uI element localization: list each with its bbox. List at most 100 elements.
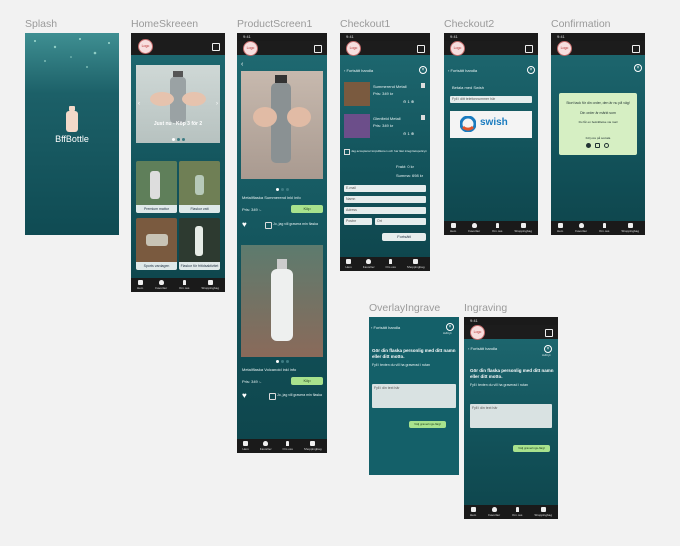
trash-icon[interactable] [421, 83, 425, 88]
category-card[interactable]: Premium mattor [136, 161, 177, 213]
name-field[interactable]: Namn [344, 196, 426, 203]
engrave-button[interactable]: Välj graverings-färgl [409, 421, 446, 428]
logo[interactable]: Logo [138, 39, 153, 54]
tab-home[interactable]: Hem [470, 507, 476, 517]
bag-icon[interactable] [525, 45, 533, 53]
chevron-left-icon[interactable]: ‹ [138, 101, 140, 107]
logo[interactable]: Logo [450, 41, 465, 56]
continue-button[interactable]: Fortsätt [382, 233, 426, 241]
follow-text: Följ oss på sociala [585, 136, 611, 140]
back-link[interactable]: ‹ Fortsätt handla [344, 68, 373, 73]
buy-button[interactable]: Köp [291, 205, 323, 213]
trash-icon[interactable] [421, 115, 425, 120]
bag-icon[interactable] [632, 45, 640, 53]
bottle-image [195, 226, 203, 256]
engrave-textarea[interactable]: Fyll i din text här [372, 384, 456, 408]
cancel-link[interactable]: Avbryt [542, 353, 550, 357]
tab-bag[interactable]: Shoppingbag [514, 223, 532, 233]
phone-field[interactable]: Fyll i ditt telefonnummer här [450, 96, 532, 103]
tab-about[interactable]: Om oss [386, 259, 396, 269]
logo[interactable]: Logo [346, 41, 361, 56]
quantity-stepper[interactable]: ⊖ 1 ⊕ [403, 131, 414, 136]
back-link[interactable]: ‹ Fortsätt handla [448, 68, 477, 73]
tab-about[interactable]: Om oss [492, 223, 502, 233]
close-icon[interactable]: × [419, 66, 427, 74]
tab-favorites[interactable]: Favoriter [468, 223, 480, 233]
tab-bar: Hem Favoriter Om oss Shoppingbag [551, 221, 645, 235]
engrave-checkbox[interactable] [265, 222, 272, 229]
tab-favorites[interactable]: Favoriter [488, 507, 500, 517]
product-image[interactable] [241, 71, 323, 179]
chevron-right-icon[interactable]: › [216, 101, 218, 107]
cart-item-name: Summerend Metall [373, 84, 407, 89]
terms-checkbox[interactable] [344, 149, 350, 155]
tab-about[interactable]: Om oss [512, 507, 522, 517]
header: 9:41 Logo [551, 33, 645, 56]
back-link[interactable]: ‹ Fortsätt handla [468, 346, 497, 351]
tab-home[interactable]: Hem [557, 223, 563, 233]
buy-button[interactable]: Köp [291, 377, 323, 385]
quantity-stepper[interactable]: ⊖ 1 ⊕ [403, 99, 414, 104]
postal-field[interactable]: Postnr [344, 218, 372, 225]
logo[interactable]: Logo [243, 41, 258, 56]
bag-icon[interactable] [212, 43, 220, 51]
back-link[interactable]: ‹ Fortsätt handla [371, 325, 400, 330]
close-icon[interactable]: × [446, 323, 454, 331]
tab-favorites[interactable]: Favoriter [363, 259, 375, 269]
instagram-icon[interactable] [595, 143, 600, 148]
bottle-image [146, 234, 168, 246]
category-label: Sports vardagen [136, 262, 177, 270]
cancel-link[interactable]: Avbryt [443, 331, 451, 335]
product-price: Pris: 349 :- [242, 379, 262, 384]
tab-bag[interactable]: Shoppingbag [304, 441, 322, 451]
total-text: Summa: 698 kr [396, 173, 424, 178]
facebook-icon[interactable] [586, 143, 591, 148]
close-icon[interactable]: × [634, 64, 642, 72]
category-card[interactable]: Sports vardagen [136, 218, 177, 270]
heart-icon[interactable]: ♥ [242, 220, 247, 229]
tab-about[interactable]: Om oss [599, 223, 609, 233]
bag-icon[interactable] [545, 329, 553, 337]
tab-favorites[interactable]: Favoriter [260, 441, 272, 451]
tab-bag[interactable]: Shoppingbag [621, 223, 639, 233]
tab-about[interactable]: Om oss [283, 441, 293, 451]
category-card[interactable]: Flaskor för fritidsaktivitet [179, 218, 220, 270]
bag-icon[interactable] [314, 45, 322, 53]
tab-home[interactable]: Hem [242, 441, 249, 451]
bag-icon[interactable] [417, 45, 425, 53]
tab-bag[interactable]: Shoppingbag [407, 259, 425, 269]
close-icon[interactable]: × [527, 66, 535, 74]
carousel-dots [136, 135, 220, 141]
pinterest-icon[interactable] [604, 143, 609, 148]
tab-home[interactable]: Hem [345, 259, 352, 269]
category-label: Flaskor för fritidsaktivitet [179, 262, 220, 270]
product-image[interactable] [241, 245, 323, 357]
tab-favorites[interactable]: Favoriter [155, 280, 167, 290]
logo[interactable]: Logo [470, 325, 485, 340]
heart-icon[interactable]: ♥ [242, 391, 247, 400]
category-card[interactable]: Flaskor vatt [179, 161, 220, 213]
mail-text: Du får en bekräftelse via mail [578, 120, 618, 124]
back-icon[interactable]: ‹ [241, 61, 243, 68]
cart-item-image [344, 114, 370, 138]
engrave-checkbox[interactable] [269, 393, 276, 400]
checkout2-screen: 9:41 Logo ‹ Fortsätt handla × Betala med… [444, 33, 538, 235]
engrave-textarea[interactable]: Fyll i din text här [470, 404, 552, 428]
engrave-label: Jo, jag vill gravera min flaska [277, 393, 322, 397]
city-field[interactable]: Ort [375, 218, 426, 225]
tab-bag[interactable]: Shoppingbag [534, 507, 552, 517]
engrave-hint: Fyll i texten du vill ha graverad i ruta… [470, 383, 528, 387]
hero-image[interactable]: Just nu - Köp 3 för 2 ‹ › [136, 65, 220, 143]
carousel-dots [237, 357, 327, 363]
swish-button[interactable]: swish [450, 111, 532, 138]
tab-favorites[interactable]: Favoriter [575, 223, 587, 233]
tab-home[interactable]: Hem [137, 280, 143, 290]
address-field[interactable]: Adress [344, 207, 426, 214]
tab-about[interactable]: Om oss [179, 280, 189, 290]
logo[interactable]: Logo [557, 41, 572, 56]
tab-home[interactable]: Hem [450, 223, 456, 233]
tab-bag[interactable]: Shoppingbag [201, 280, 219, 290]
close-icon[interactable]: × [544, 345, 552, 353]
engrave-button[interactable]: Välj graverings-färgl [513, 445, 550, 452]
email-field[interactable]: E-mail [344, 185, 426, 192]
